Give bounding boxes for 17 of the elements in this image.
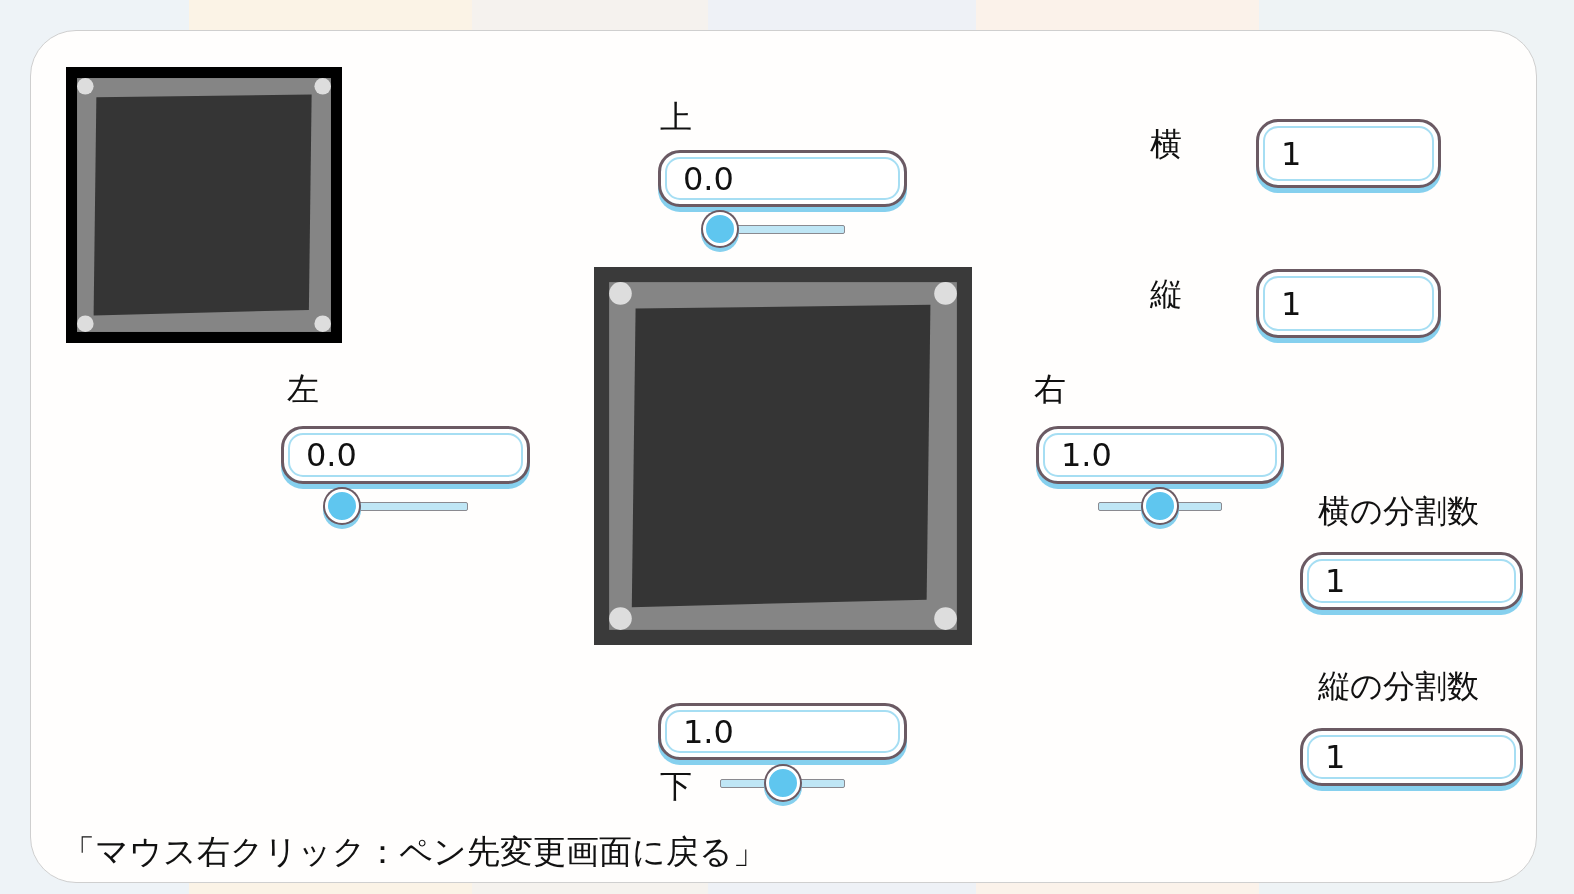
field-label: 上 xyxy=(660,98,692,137)
field-label: 下 xyxy=(660,767,692,806)
number-field[interactable]: 1 xyxy=(1300,728,1523,786)
field-label: 横 xyxy=(1150,125,1182,164)
number-field[interactable]: 1.0 xyxy=(658,703,907,760)
number-field[interactable]: 1 xyxy=(1256,269,1441,338)
number-field[interactable]: 1.0 xyxy=(1036,426,1284,484)
number-field[interactable]: 1 xyxy=(1300,552,1523,610)
field-label: 左 xyxy=(287,370,319,409)
field-label: 右 xyxy=(1034,370,1066,409)
hint-text: 「マウス右クリック：ペン先変更画面に戻る」 xyxy=(62,831,766,873)
field-label: 縦 xyxy=(1150,275,1182,314)
number-field[interactable]: 1 xyxy=(1256,119,1441,188)
number-field[interactable]: 0.0 xyxy=(658,150,907,207)
field-label: 横の分割数 xyxy=(1318,492,1479,531)
number-field[interactable]: 0.0 xyxy=(281,426,530,484)
field-label: 縦の分割数 xyxy=(1318,667,1479,706)
